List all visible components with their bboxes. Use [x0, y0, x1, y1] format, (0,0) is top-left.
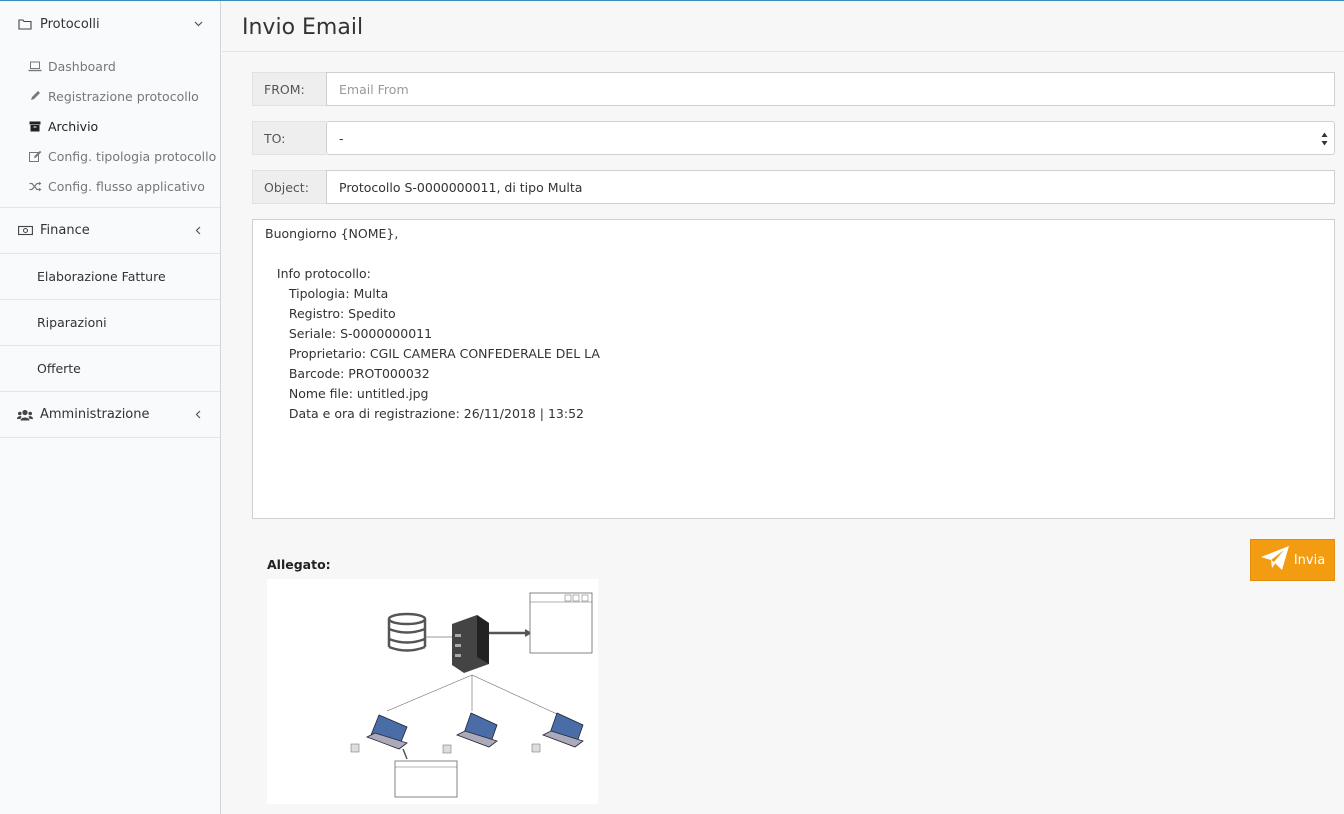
object-row: Object: Protocollo S-0000000011, di tipo… — [252, 170, 1335, 204]
page-header: Invio Email — [222, 1, 1344, 52]
body-line: Barcode: PROT000032 — [265, 366, 430, 381]
sidebar-item-dashboard[interactable]: Dashboard — [0, 51, 220, 81]
sidebar-item-offerte[interactable]: Offerte — [0, 346, 220, 392]
edit-icon — [28, 149, 42, 163]
protocolli-submenu: Dashboard Registrazione protocollo Archi… — [0, 47, 220, 208]
sidebar-item-label: Config. tipologia protocollo — [48, 148, 217, 164]
select-arrows-icon — [1320, 131, 1328, 147]
sidebar-item-archivio[interactable]: Archivio — [0, 111, 220, 141]
sidebar-group-amministrazione[interactable]: Amministrazione — [0, 392, 220, 438]
body-line: Data e ora di registrazione: 26/11/2018 … — [265, 406, 585, 421]
sidebar: Protocolli Dashboard Registrazione proto… — [0, 1, 221, 814]
message-body-textarea[interactable]: Buongiorno {NOME}, ​ Info protocollo: Tip… — [252, 219, 1335, 519]
archive-icon — [28, 119, 42, 133]
sidebar-item-elaborazione-fatture[interactable]: Elaborazione Fatture — [0, 254, 220, 300]
to-row: TO: - — [252, 121, 1335, 155]
sidebar-item-label: Archivio — [48, 118, 99, 134]
laptop-icon — [366, 712, 584, 750]
users-icon — [17, 407, 33, 423]
chevron-left-icon — [193, 226, 203, 236]
object-input[interactable]: Protocollo S-0000000011, di tipo Multa — [326, 170, 1335, 204]
to-label: TO: — [252, 121, 326, 155]
from-row: FROM: Email From — [252, 72, 1335, 106]
object-label: Object: — [252, 170, 326, 204]
to-selected-value: - — [339, 130, 344, 146]
server-icon — [452, 615, 489, 673]
send-button[interactable]: Invia — [1250, 539, 1335, 581]
chevron-left-icon — [193, 410, 203, 420]
sidebar-group-label: Protocolli — [40, 16, 100, 32]
body-line: Registro: Spedito — [265, 306, 396, 321]
database-icon — [387, 612, 427, 652]
sidebar-item-registrazione[interactable]: Registrazione protocollo — [0, 81, 220, 111]
resize-handle-icon[interactable] — [1324, 508, 1332, 516]
sidebar-item-config-flusso[interactable]: Config. flusso applicativo — [0, 171, 220, 201]
shuffle-icon — [28, 179, 42, 193]
sidebar-group-finance[interactable]: Finance — [0, 208, 220, 254]
body-line: Nome file: untitled.jpg — [265, 386, 429, 401]
to-select[interactable]: - — [326, 121, 1335, 155]
sidebar-group-label: Amministrazione — [40, 407, 150, 422]
paper-plane-icon — [1260, 545, 1290, 575]
sidebar-group-label: Finance — [40, 223, 90, 238]
money-icon — [17, 223, 33, 239]
sidebar-item-label: Registrazione protocollo — [48, 88, 199, 104]
folder-icon — [17, 16, 33, 32]
attachment-image — [267, 579, 598, 804]
from-label: FROM: — [252, 72, 326, 106]
body-line: Buongiorno {NOME}, — [265, 226, 399, 241]
body-line: Seriale: S-0000000011 — [265, 326, 433, 341]
page-title: Invio Email — [242, 15, 364, 40]
sidebar-group-protocolli[interactable]: Protocolli — [0, 1, 220, 47]
from-input[interactable]: Email From — [326, 72, 1335, 106]
pencil-icon — [28, 89, 42, 103]
sidebar-item-config-tipologia[interactable]: Config. tipologia protocollo — [0, 141, 220, 171]
sidebar-item-riparazioni[interactable]: Riparazioni — [0, 300, 220, 346]
sidebar-item-label: Dashboard — [48, 58, 116, 74]
body-line: Proprietario: CGIL CAMERA CONFEDERALE DE… — [265, 346, 600, 361]
sidebar-item-label: Config. flusso applicativo — [48, 178, 205, 194]
attachment-label: Allegato: — [267, 557, 331, 572]
body-line: Tipologia: Multa — [265, 286, 389, 301]
send-button-label: Invia — [1293, 552, 1326, 568]
laptop-icon — [28, 59, 42, 73]
body-line: ​ — [265, 244, 1322, 264]
architecture-diagram-thumbnail — [350, 592, 593, 798]
body-line: Info protocollo: — [265, 266, 371, 281]
chevron-down-icon — [193, 19, 203, 29]
